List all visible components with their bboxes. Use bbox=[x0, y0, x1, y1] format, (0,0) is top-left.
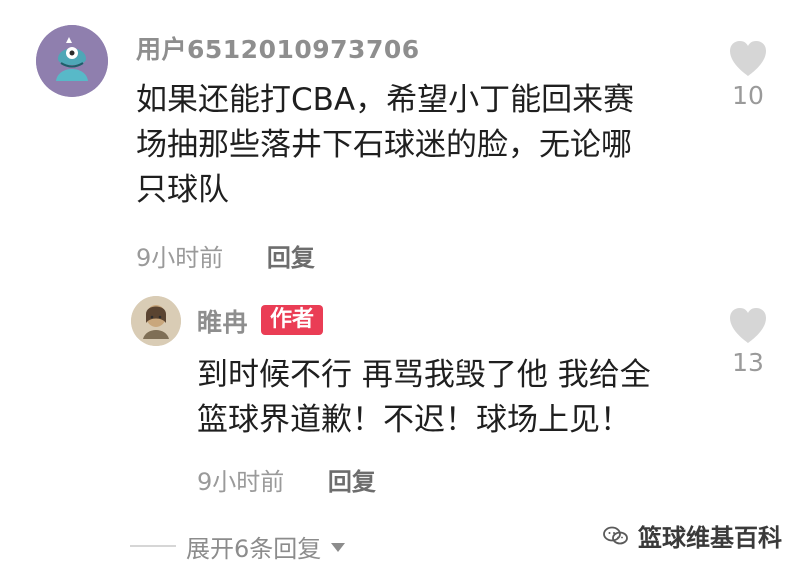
expand-divider bbox=[130, 545, 176, 547]
reply-line: 篮球界道歉！不迟！球场上见！ bbox=[197, 402, 631, 438]
expand-replies-label[interactable]: 展开6条回复 bbox=[186, 529, 321, 564]
reply-avatar-illustration bbox=[131, 296, 181, 346]
like-button[interactable]: 13 bbox=[718, 305, 778, 377]
reply-time: 9小时前 bbox=[197, 468, 285, 496]
watermark-text: 篮球维基百科 bbox=[638, 524, 782, 552]
heart-icon[interactable] bbox=[726, 305, 770, 345]
watermark: 篮球维基百科 bbox=[602, 518, 782, 553]
wechat-icon bbox=[603, 526, 628, 544]
expand-replies-button[interactable]: 展开6条回复 bbox=[130, 529, 346, 564]
reply-content: 到时候不行 再骂我毁了他 我给全 篮球界道歉！不迟！球场上见！ bbox=[197, 353, 651, 443]
avatar[interactable] bbox=[131, 296, 181, 346]
like-count: 13 bbox=[732, 348, 764, 377]
reply-comment: 睢冉 作者 到时候不行 再骂我毁了他 我给全 篮球界道歉！不迟！球场上见！ 9小… bbox=[0, 0, 800, 568]
reply-meta: 9小时前 回复 bbox=[197, 462, 376, 497]
triangle-down-icon[interactable] bbox=[331, 542, 346, 552]
reply-button[interactable]: 回复 bbox=[328, 468, 376, 496]
reply-username[interactable]: 睢冉 bbox=[197, 303, 248, 339]
author-badge: 作者 bbox=[261, 305, 324, 335]
reply-line: 到时候不行 再骂我毁了他 我给全 bbox=[197, 357, 651, 393]
